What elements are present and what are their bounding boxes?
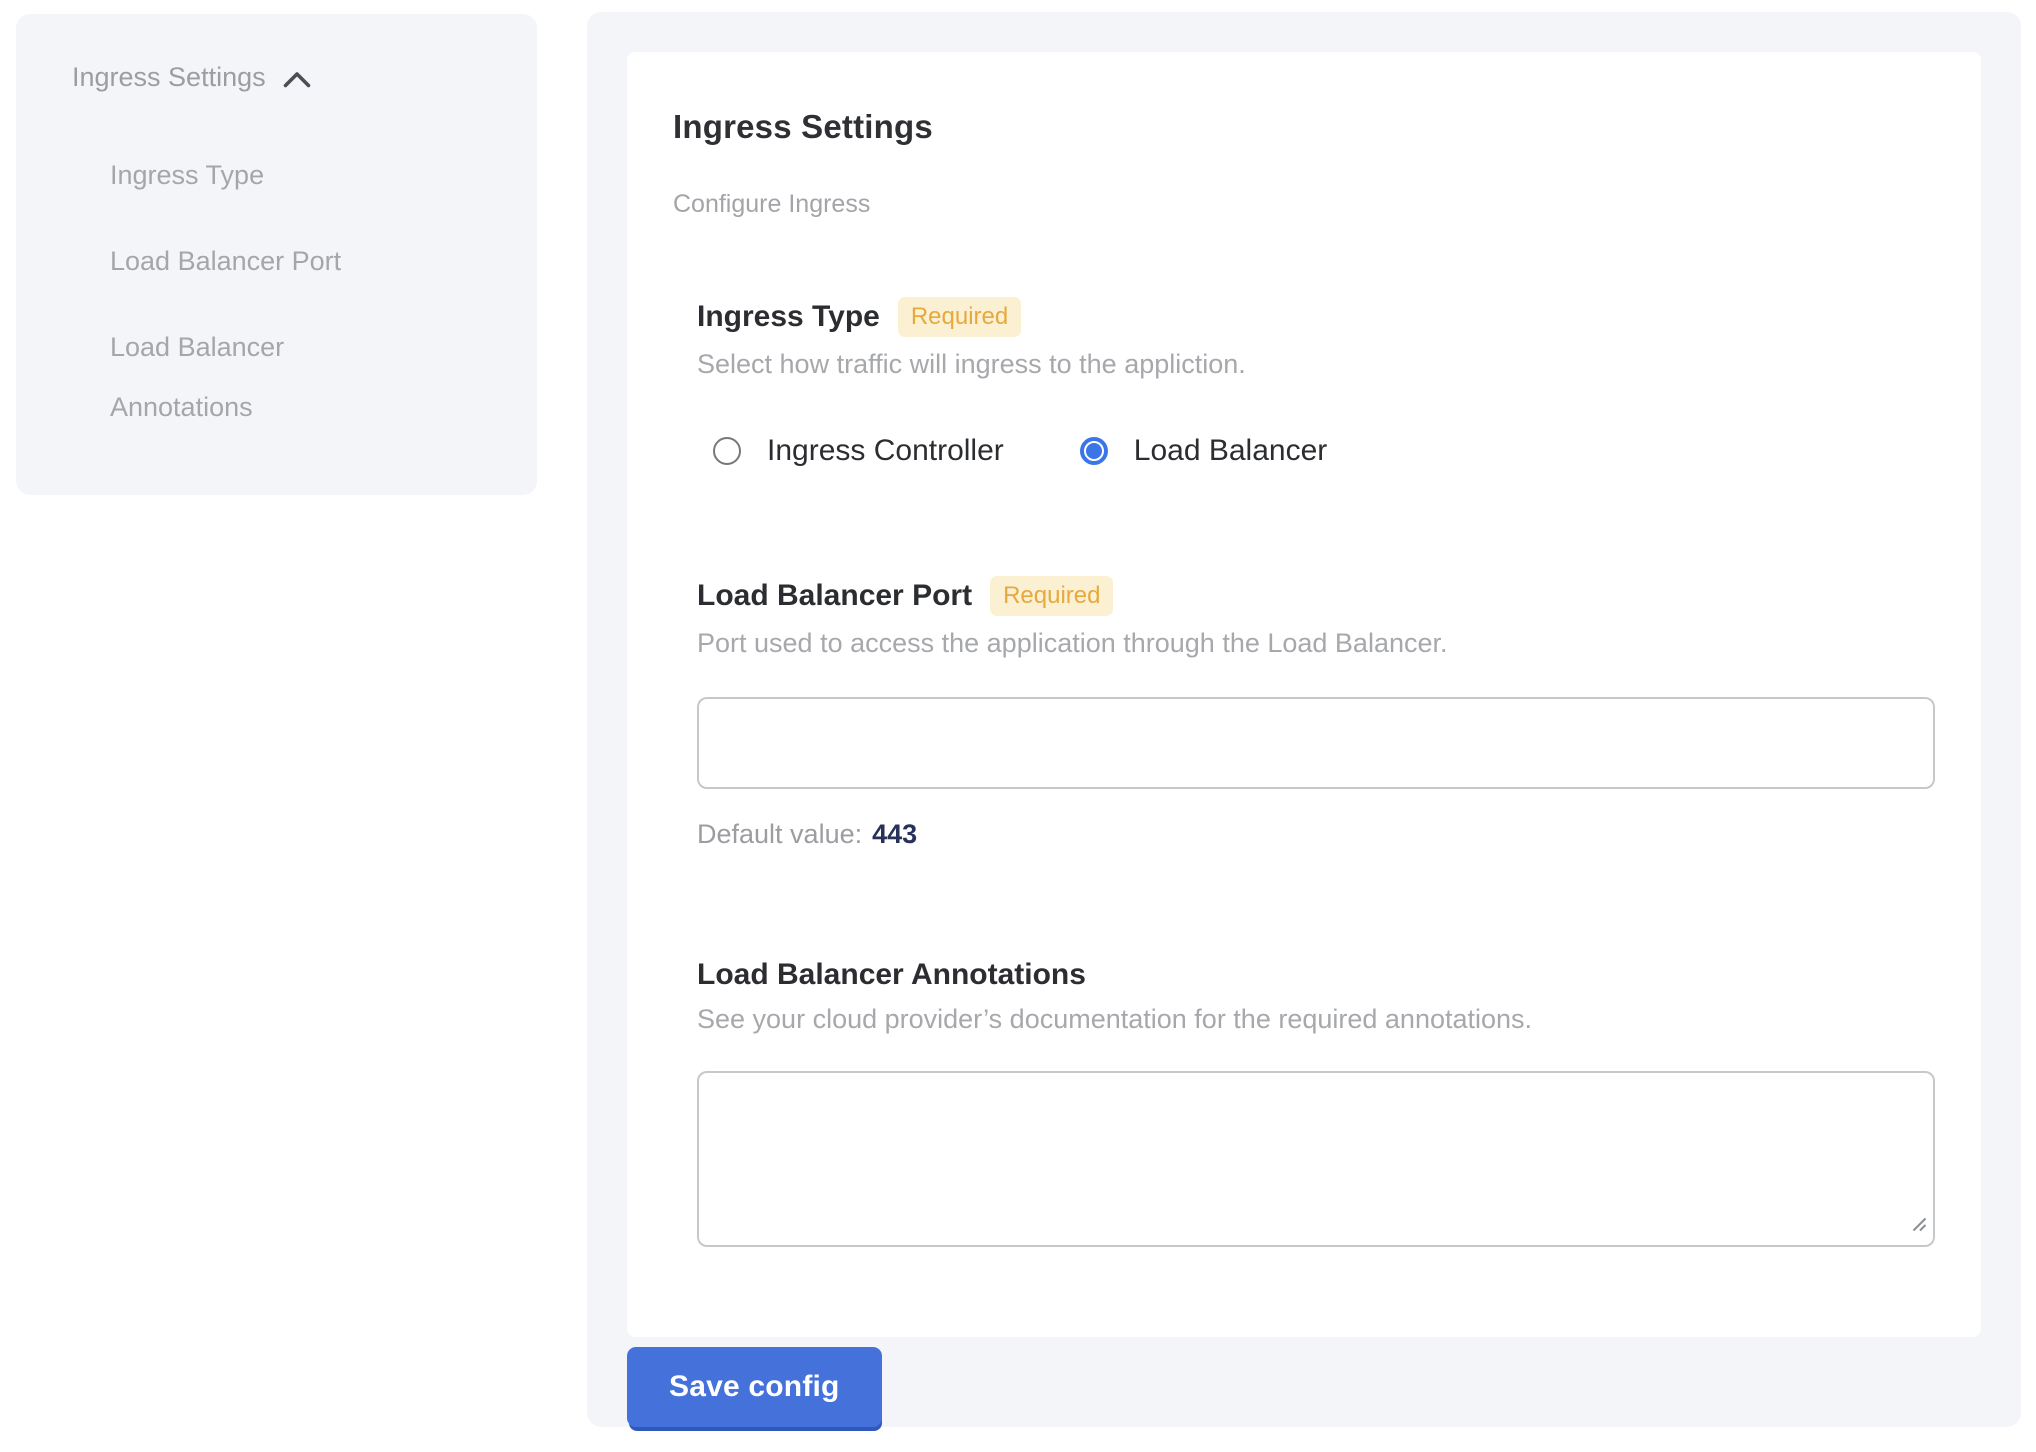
- radio-ingress-controller[interactable]: Ingress Controller: [713, 434, 1004, 468]
- sidebar-item-load-balancer-annotations[interactable]: Load Balancer Annotations: [110, 317, 410, 437]
- radio-label: Load Balancer: [1134, 434, 1327, 468]
- load-balancer-port-label: Load Balancer Port: [697, 579, 972, 613]
- load-balancer-port-input[interactable]: [697, 697, 1935, 789]
- load-balancer-port-description: Port used to access the application thro…: [697, 628, 1935, 659]
- settings-sidebar: Ingress Settings Ingress Type Load Balan…: [16, 14, 537, 495]
- default-value-row: Default value: 443: [697, 819, 1935, 850]
- radio-button-icon[interactable]: [713, 437, 741, 465]
- section-load-balancer-annotations: Load Balancer Annotations See your cloud…: [697, 958, 1935, 1247]
- sidebar-group-label: Ingress Settings: [72, 62, 266, 93]
- sidebar-item-load-balancer-port[interactable]: Load Balancer Port: [110, 231, 410, 291]
- ingress-type-label: Ingress Type: [697, 300, 880, 334]
- load-balancer-annotations-label: Load Balancer Annotations: [697, 958, 1086, 992]
- load-balancer-annotations-textarea[interactable]: [697, 1071, 1935, 1247]
- ingress-settings-panel: Ingress Settings Configure Ingress Ingre…: [587, 12, 2021, 1427]
- page-title: Ingress Settings: [673, 108, 1935, 146]
- ingress-type-radio-group: Ingress Controller Load Balancer: [697, 434, 1935, 468]
- load-balancer-annotations-description: See your cloud provider’s documentation …: [697, 1004, 1935, 1035]
- save-config-button[interactable]: Save config: [627, 1347, 882, 1427]
- ingress-type-description: Select how traffic will ingress to the a…: [697, 349, 1935, 380]
- sidebar-group-ingress-settings[interactable]: Ingress Settings: [72, 62, 497, 93]
- sidebar-item-list: Ingress Type Load Balancer Port Load Bal…: [72, 145, 497, 437]
- required-badge: Required: [898, 297, 1021, 337]
- sidebar-item-ingress-type[interactable]: Ingress Type: [110, 145, 410, 205]
- radio-button-icon[interactable]: [1080, 437, 1108, 465]
- required-badge: Required: [990, 576, 1113, 616]
- radio-load-balancer[interactable]: Load Balancer: [1080, 434, 1327, 468]
- default-value: 443: [872, 819, 917, 849]
- section-ingress-type: Ingress Type Required Select how traffic…: [697, 297, 1935, 468]
- section-load-balancer-port: Load Balancer Port Required Port used to…: [697, 576, 1935, 850]
- radio-label: Ingress Controller: [767, 434, 1004, 468]
- chevron-up-icon: [282, 70, 312, 89]
- page-subtitle: Configure Ingress: [673, 190, 1935, 219]
- default-value-label: Default value:: [697, 819, 862, 849]
- ingress-settings-card: Ingress Settings Configure Ingress Ingre…: [627, 52, 1981, 1337]
